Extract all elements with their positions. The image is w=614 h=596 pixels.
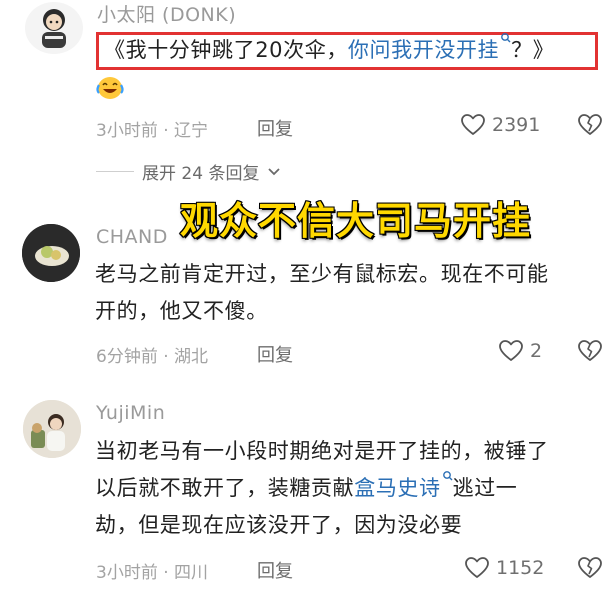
reply-button[interactable]: 回复: [257, 341, 293, 367]
heart-outline-icon: [461, 114, 485, 135]
like-button[interactable]: 2391: [460, 113, 540, 137]
comment-meta: 3小时前 · 辽宁: [96, 121, 209, 141]
reply-button[interactable]: 回复: [257, 115, 293, 141]
dislike-button[interactable]: [577, 556, 603, 584]
comment-text-line: 开的，他又不傻。: [95, 299, 268, 323]
avatar[interactable]: [23, 400, 81, 458]
like-button[interactable]: 1152: [464, 556, 544, 580]
like-count: 1152: [496, 557, 545, 579]
broken-heart-icon: [578, 557, 602, 578]
comment-text-line: 劫，但是现在应该没开了，因为没必要: [95, 513, 463, 537]
keyword-search-link[interactable]: 你问我开没开挂: [348, 33, 511, 62]
avatar-cartoon-icon: [42, 9, 66, 48]
expand-replies-label: 展开 24 条回复: [142, 164, 260, 184]
comment-text-plain: 《我十分钟跳了20次伞，: [104, 38, 348, 62]
expand-replies-button[interactable]: 展开 24 条回复: [96, 159, 281, 184]
divider-line: [96, 171, 134, 172]
keyword-search-link[interactable]: 盒马史诗: [354, 471, 453, 500]
dislike-button[interactable]: [577, 113, 603, 141]
comment-meta: 3小时前 · 四川: [96, 563, 209, 583]
avatar-photo-icon: [23, 400, 81, 458]
heart-outline-icon: [499, 340, 523, 361]
comment-text-plain: 以后就不敢开了，装糖贡献: [95, 476, 355, 500]
comment-text-line: 当初老马有一小段时期绝对是开了挂的，被锤了: [95, 439, 549, 463]
dislike-button[interactable]: [577, 339, 603, 367]
search-mini-icon: [501, 33, 511, 43]
broken-heart-icon: [578, 340, 602, 361]
chevron-down-icon: [268, 167, 281, 175]
avatar[interactable]: [25, 2, 83, 54]
comment-text-line: 以后就不敢开了，装糖贡献盒马史诗 逃过一: [95, 470, 549, 507]
comment-text: 老马之前肯定开过，至少有鼠标宏。现在不可能 开的，他又不傻。: [95, 256, 549, 330]
comment-username[interactable]: CHAND: [96, 226, 168, 248]
search-mini-icon: [442, 471, 453, 481]
avatar-photo-icon: [22, 224, 80, 282]
comment-username[interactable]: YujiMin: [96, 402, 165, 424]
heart-outline-icon: [465, 557, 489, 578]
comment-text: 当初老马有一小段时期绝对是开了挂的，被锤了 以后就不敢开了，装糖贡献盒马史诗 逃过…: [95, 433, 549, 544]
comment-text-line: 老马之前肯定开过，至少有鼠标宏。现在不可能: [95, 262, 549, 286]
comment-text: 《我十分钟跳了20次伞，你问我开没开挂 ？》: [104, 32, 554, 68]
like-button[interactable]: 2: [498, 339, 542, 363]
broken-heart-icon: [578, 114, 602, 135]
reply-button[interactable]: 回复: [257, 557, 293, 583]
comment-text-tail: ？》: [511, 38, 555, 62]
comment-text-tail: 逃过一: [452, 476, 518, 500]
comment-meta: 6分钟前 · 湖北: [96, 347, 209, 367]
laughing-cry-emoji-icon: [96, 76, 124, 100]
avatar[interactable]: [22, 224, 80, 282]
video-caption-overlay: 观众不信大司马开挂: [179, 198, 532, 244]
like-count: 2: [530, 340, 543, 362]
comment-username[interactable]: 小太阳 (DONK): [97, 0, 236, 27]
like-count: 2391: [492, 114, 541, 136]
